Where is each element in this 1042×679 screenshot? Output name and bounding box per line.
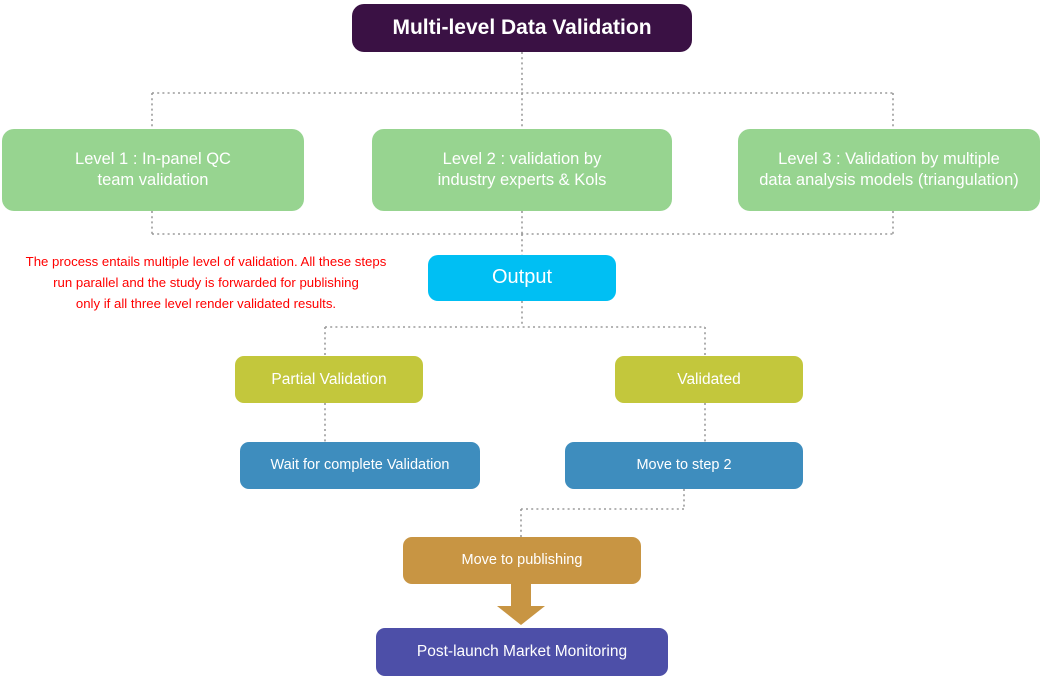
node-level-1[interactable]: Level 1 : In-panel QC team validation bbox=[2, 129, 304, 211]
node-validated[interactable]: Validated bbox=[615, 356, 803, 403]
node-post-launch-market-monitoring[interactable]: Post-launch Market Monitoring bbox=[376, 628, 668, 676]
node-level-3[interactable]: Level 3 : Validation by multiple data an… bbox=[738, 129, 1040, 211]
annotation-text: The process entails multiple level of va… bbox=[25, 254, 387, 311]
node-wait-for-complete-validation[interactable]: Wait for complete Validation bbox=[240, 442, 480, 489]
node-level-2[interactable]: Level 2 : validation by industry experts… bbox=[372, 129, 672, 211]
node-title[interactable]: Multi-level Data Validation bbox=[352, 4, 692, 52]
node-move-to-step-2[interactable]: Move to step 2 bbox=[565, 442, 803, 489]
arrow-publishing-to-postlaunch bbox=[497, 584, 545, 625]
node-partial-validation[interactable]: Partial Validation bbox=[235, 356, 423, 403]
flowchart-canvas: Multi-level Data Validation Level 1 : In… bbox=[0, 0, 1042, 679]
node-move-to-publishing[interactable]: Move to publishing bbox=[403, 537, 641, 584]
node-output[interactable]: Output bbox=[428, 255, 616, 301]
